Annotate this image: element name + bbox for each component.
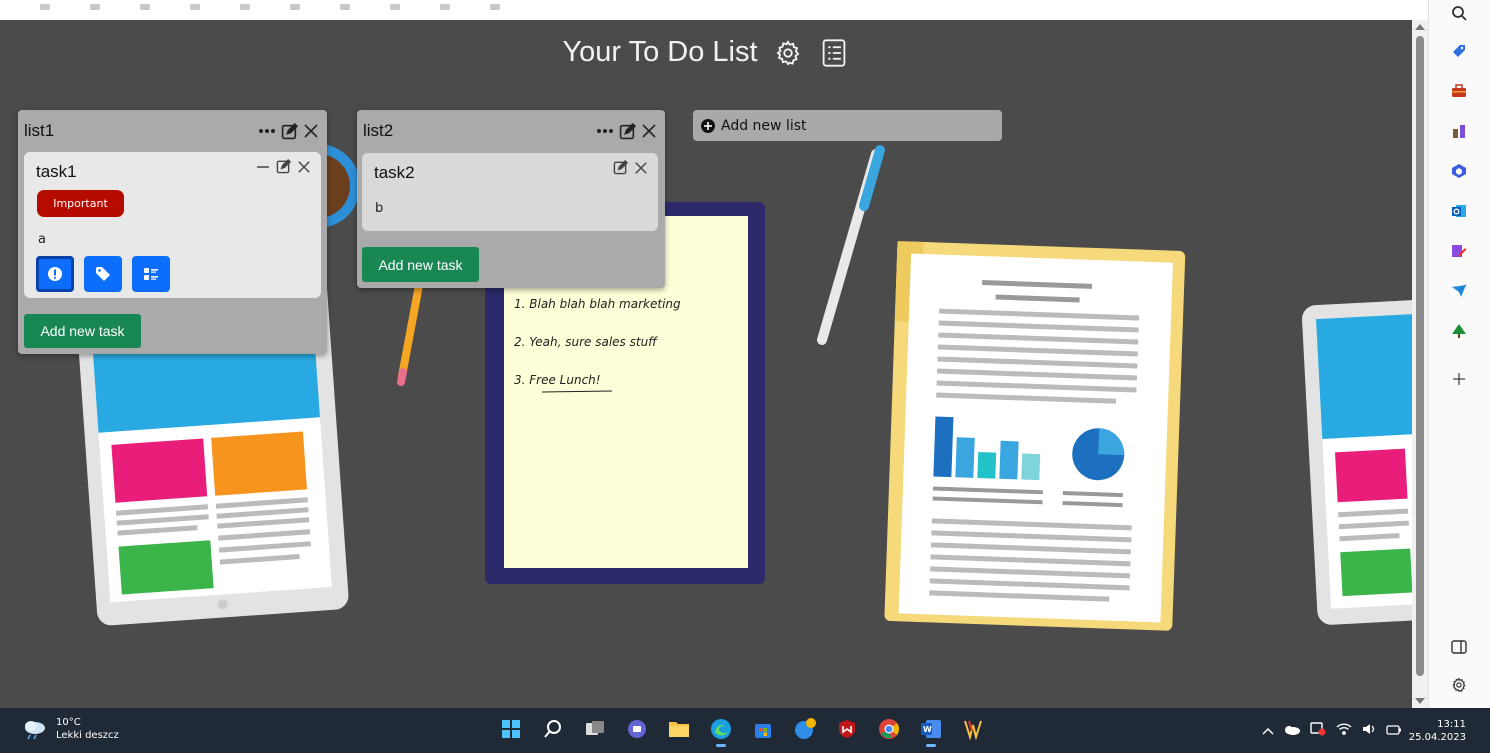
rain-cloud-icon bbox=[25, 721, 45, 740]
task-card: task1 Important a bbox=[24, 152, 321, 298]
teams-chat-icon[interactable] bbox=[624, 716, 650, 742]
shopping-tag-icon[interactable] bbox=[1448, 40, 1470, 62]
add-task-button[interactable]: Add new task bbox=[362, 247, 479, 282]
outlook-icon[interactable] bbox=[1448, 200, 1470, 222]
tools-icon[interactable] bbox=[1448, 80, 1470, 102]
designer-icon[interactable] bbox=[1448, 240, 1470, 262]
microsoft-store-icon[interactable] bbox=[750, 716, 776, 742]
scroll-up-arrow-icon[interactable] bbox=[1415, 24, 1425, 30]
folder-illustration bbox=[884, 241, 1186, 631]
clock-date: 25.04.2023 bbox=[1408, 732, 1466, 743]
task-title: task2 bbox=[374, 163, 415, 182]
minimize-icon[interactable] bbox=[256, 159, 270, 178]
page-title: Your To Do List bbox=[562, 36, 758, 68]
edit-icon[interactable] bbox=[619, 122, 636, 140]
task-card: task2 b bbox=[362, 153, 658, 231]
onedrive-cloud-icon[interactable] bbox=[1284, 724, 1300, 738]
task-description: a bbox=[38, 232, 46, 247]
task-view-icon[interactable] bbox=[582, 716, 608, 742]
clock-time: 13:11 bbox=[1437, 719, 1466, 730]
scroll-down-arrow-icon[interactable] bbox=[1415, 698, 1425, 704]
browser-top-strip bbox=[0, 0, 1490, 20]
close-icon[interactable] bbox=[297, 159, 311, 178]
app-header: Your To Do List bbox=[0, 36, 1412, 69]
task-title: task1 bbox=[36, 162, 77, 181]
file-explorer-icon[interactable] bbox=[666, 716, 692, 742]
add-task-button[interactable]: Add new task bbox=[24, 314, 141, 348]
note-line-1: 1. Blah blah blah marketing bbox=[514, 297, 681, 311]
list-title: list2 bbox=[363, 121, 394, 140]
clock[interactable]: 13:11 25.04.2023 bbox=[1409, 718, 1466, 744]
svg-text:W: W bbox=[923, 725, 932, 734]
page-scrollbar[interactable] bbox=[1412, 20, 1428, 708]
importance-button[interactable] bbox=[36, 256, 74, 292]
sidebar-toggle-icon[interactable] bbox=[1448, 636, 1470, 658]
task-description: b bbox=[375, 201, 384, 216]
send-icon[interactable] bbox=[1448, 280, 1470, 302]
edit-icon[interactable] bbox=[276, 158, 292, 178]
checklist-icon bbox=[144, 268, 158, 280]
weather-temp: 10°C bbox=[56, 717, 81, 728]
tag-icon bbox=[96, 267, 110, 281]
app-launcher-icon[interactable] bbox=[960, 716, 986, 742]
plus-circle-icon bbox=[701, 118, 715, 133]
list-title: list1 bbox=[24, 121, 55, 140]
important-badge: Important bbox=[37, 190, 124, 217]
tablet-illustration-right bbox=[1302, 299, 1412, 625]
more-icon[interactable] bbox=[596, 128, 614, 134]
note-line-2: 2. Yeah, sure sales stuff bbox=[514, 335, 658, 349]
sync-icon[interactable] bbox=[1310, 722, 1326, 739]
search-icon[interactable] bbox=[540, 716, 566, 742]
tree-icon[interactable] bbox=[1448, 320, 1470, 342]
weather-desc: Lekki deszcz bbox=[56, 730, 119, 741]
list-icon[interactable] bbox=[818, 37, 850, 69]
weather-widget[interactable]: 10°C Lekki deszcz bbox=[22, 716, 119, 742]
close-icon[interactable] bbox=[634, 160, 648, 179]
pencil-illustration bbox=[397, 276, 424, 386]
search-icon[interactable] bbox=[1448, 2, 1470, 24]
settings-icon[interactable] bbox=[1448, 674, 1470, 696]
windows-taskbar: 10°C Lekki deszcz W 13:11 25.04.2023 bbox=[0, 708, 1490, 753]
list-card: list1 task1 Important a Add new task bbox=[18, 110, 327, 354]
scroll-thumb[interactable] bbox=[1416, 36, 1424, 676]
close-icon[interactable] bbox=[641, 123, 657, 139]
more-icon[interactable] bbox=[258, 128, 276, 134]
add-list-button[interactable]: Add new list bbox=[693, 110, 1002, 141]
edit-icon[interactable] bbox=[613, 159, 629, 179]
get-help-icon[interactable] bbox=[792, 716, 818, 742]
windows-start-icon[interactable] bbox=[498, 716, 524, 742]
chevron-up-icon[interactable] bbox=[1262, 724, 1274, 738]
battery-icon[interactable] bbox=[1386, 724, 1402, 738]
note-line-3: 3. Free Lunch! bbox=[514, 373, 601, 387]
chrome-icon[interactable] bbox=[876, 716, 902, 742]
edge-browser-icon[interactable] bbox=[708, 716, 734, 747]
list-card: list2 task2 b Add new task bbox=[357, 110, 665, 288]
exclamation-circle-icon bbox=[48, 267, 62, 281]
browser-sidebar bbox=[1428, 0, 1490, 708]
games-icon[interactable] bbox=[1448, 120, 1470, 142]
checklist-button[interactable] bbox=[132, 256, 170, 292]
add-icon[interactable] bbox=[1448, 368, 1470, 390]
close-icon[interactable] bbox=[303, 123, 319, 139]
tag-button[interactable] bbox=[84, 256, 122, 292]
word-icon[interactable]: W bbox=[918, 716, 944, 747]
volume-icon[interactable] bbox=[1362, 723, 1376, 738]
mcafee-icon[interactable] bbox=[834, 716, 860, 742]
wifi-icon[interactable] bbox=[1336, 723, 1352, 738]
system-tray bbox=[1262, 722, 1402, 739]
todo-app: 1. Blah blah blah marketing 2. Yeah, sur… bbox=[0, 20, 1412, 708]
microsoft-365-icon[interactable] bbox=[1448, 160, 1470, 182]
pen-illustration bbox=[817, 145, 885, 345]
gear-icon[interactable] bbox=[772, 37, 804, 69]
add-list-label: Add new list bbox=[721, 117, 807, 134]
edit-icon[interactable] bbox=[281, 122, 298, 140]
